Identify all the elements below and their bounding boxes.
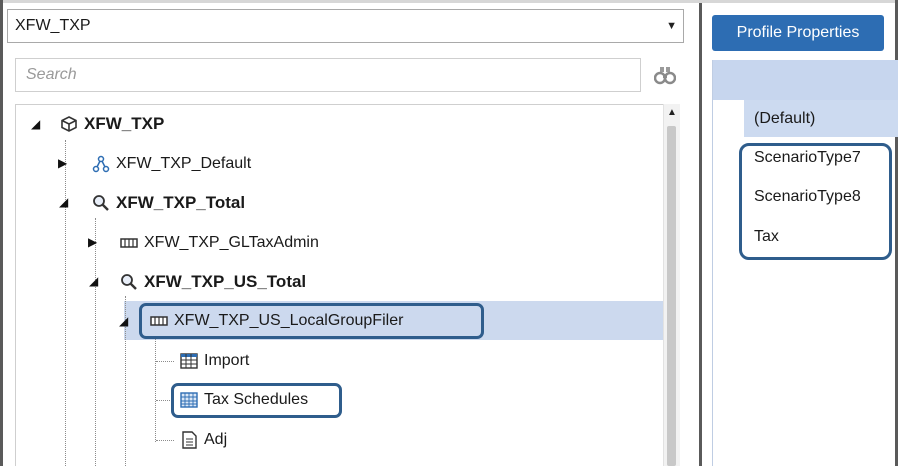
workflow-icon — [92, 155, 110, 173]
expand-toggle-icon[interactable]: ▶ — [88, 236, 97, 248]
tree-node-label: XFW_TXP_GLTaxAdmin — [144, 234, 319, 251]
magnifier-icon — [93, 195, 109, 211]
document-icon — [182, 431, 197, 449]
tree-node-default[interactable]: XFW_TXP_Default — [92, 145, 251, 183]
tree-guide-line — [95, 218, 96, 466]
tree-node-adj[interactable]: Adj — [180, 421, 227, 459]
local-group-filer-callout — [139, 303, 484, 339]
profile-dropdown-value: XFW_TXP — [15, 17, 91, 34]
tree-guide-line — [156, 440, 174, 441]
search-input[interactable]: Search — [15, 58, 641, 92]
collapse-toggle-icon[interactable]: ◢ — [59, 196, 68, 208]
tree-node-label: XFW_TXP_US_Total — [144, 272, 307, 291]
scroll-up-arrow-icon[interactable]: ▲ — [667, 107, 677, 118]
cube-icon — [61, 116, 77, 132]
binoculars-icon[interactable] — [654, 64, 676, 86]
tree-guide-line — [156, 361, 174, 362]
scrollbar-thumb[interactable] — [667, 126, 676, 466]
tree-guide-line — [65, 140, 66, 466]
tree-node-label: XFW_TXP_Total — [116, 193, 246, 212]
tree-node-label: XFW_TXP_Default — [116, 155, 252, 172]
tree-node-gl-tax-admin[interactable]: XFW_TXP_GLTaxAdmin — [120, 224, 319, 262]
properties-header — [712, 60, 898, 100]
cube-table-icon — [120, 238, 138, 248]
profile-properties-button[interactable]: Profile Properties — [712, 15, 884, 51]
tree-node-label: Import — [204, 352, 250, 369]
search-placeholder: Search — [26, 66, 77, 83]
tree-guide-line — [155, 336, 156, 442]
tree-node-label: XFW_TXP — [84, 114, 165, 133]
tree-node-root[interactable]: XFW_TXP — [60, 105, 164, 143]
properties-grid-line — [712, 60, 713, 466]
property-row-default[interactable]: (Default) — [744, 100, 898, 137]
import-grid-icon — [180, 353, 198, 369]
scenario-types-callout — [739, 143, 892, 260]
collapse-toggle-icon[interactable]: ◢ — [89, 275, 98, 287]
tree-node-label: Adj — [204, 431, 228, 448]
collapse-toggle-icon[interactable]: ◢ — [31, 118, 40, 130]
dropdown-arrow-icon[interactable]: ▼ — [666, 10, 677, 42]
tree-node-total[interactable]: XFW_TXP_Total — [92, 184, 245, 222]
expand-toggle-icon[interactable]: ▶ — [58, 157, 67, 169]
tree-scrollbar[interactable]: ▲ — [663, 104, 680, 466]
collapse-toggle-icon[interactable]: ◢ — [119, 315, 128, 327]
tax-schedules-callout — [171, 383, 342, 418]
magnifier-icon — [121, 274, 137, 290]
tree-node-us-total[interactable]: XFW_TXP_US_Total — [120, 263, 306, 301]
tree-node-import[interactable]: Import — [180, 342, 249, 380]
profile-dropdown[interactable]: XFW_TXP ▼ — [7, 9, 684, 43]
